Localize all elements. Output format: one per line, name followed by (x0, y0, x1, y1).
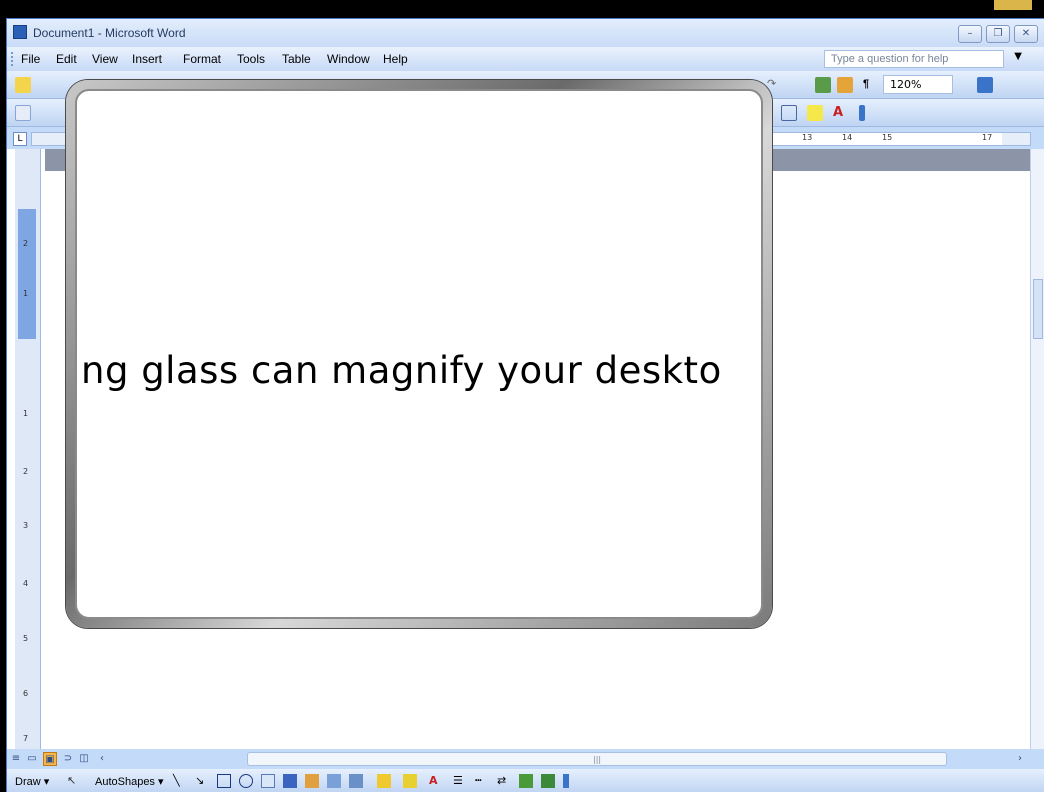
textbox-icon[interactable] (261, 774, 275, 788)
menu-file[interactable]: File (21, 52, 40, 66)
font-color-icon[interactable]: A (833, 105, 849, 121)
menu-edit[interactable]: Edit (56, 52, 77, 66)
vruler-number: 7 (23, 734, 29, 743)
vruler-number: 5 (23, 634, 29, 643)
ruler-number: 17 (982, 133, 993, 142)
menu-window[interactable]: Window (327, 52, 370, 66)
screen-corner-indicator (994, 0, 1032, 10)
close-button[interactable]: ✕ (1014, 25, 1038, 43)
drawbar-options-icon[interactable] (563, 774, 569, 788)
diagram-icon[interactable] (305, 774, 319, 788)
borders-icon[interactable] (781, 105, 797, 121)
menu-format[interactable]: Format (183, 52, 221, 66)
tab-selector[interactable]: L (13, 132, 27, 146)
vruler-number: 3 (23, 521, 29, 530)
draw-label: Draw (15, 776, 41, 788)
show-hide-icon[interactable]: ¶ (863, 78, 869, 90)
oval-icon[interactable] (239, 774, 253, 788)
normal-view-icon[interactable]: ≡ (9, 752, 23, 766)
document-map-icon[interactable] (837, 77, 853, 93)
help-dropdown-icon[interactable]: ▼ (1014, 51, 1022, 62)
word-app-icon[interactable] (13, 25, 27, 39)
wordart-icon[interactable] (283, 774, 297, 788)
help-question-input[interactable]: Type a question for help (824, 50, 1004, 68)
print-layout-icon[interactable]: ▣ (43, 752, 57, 766)
menu-insert[interactable]: Insert (132, 52, 162, 66)
arrow-style-icon[interactable]: ⇄ (497, 774, 511, 788)
scroll-left-icon[interactable]: ‹ (95, 752, 109, 766)
line-color-icon[interactable] (403, 774, 417, 788)
draw-font-color-icon[interactable]: A (429, 774, 443, 788)
scroll-grip-icon: ||| (593, 755, 602, 764)
autoshapes-menu[interactable]: AutoShapes ▾ (95, 775, 164, 788)
3d-style-icon[interactable] (541, 774, 555, 788)
shadow-style-icon[interactable] (519, 774, 533, 788)
vruler-number: 4 (23, 579, 29, 588)
screen-top-strip (0, 0, 1044, 20)
vruler-number: 2 (23, 239, 29, 248)
menu-view[interactable]: View (92, 52, 118, 66)
line-icon[interactable]: ╲ (173, 774, 187, 788)
research-icon[interactable] (815, 77, 831, 93)
drawing-toolbar: Draw ▾ ↖ AutoShapes ▾ ╲ ↘ A ☰ ┅ ⇄ (7, 769, 1044, 792)
minimize-button[interactable]: – (958, 25, 982, 43)
select-objects-icon[interactable]: ↖ (67, 774, 81, 788)
zoom-select[interactable]: 120% (883, 75, 953, 94)
draw-menu[interactable]: Draw ▾ (15, 775, 49, 788)
scroll-right-icon[interactable]: › (1013, 752, 1027, 766)
arrow-icon[interactable]: ↘ (195, 774, 209, 788)
vertical-ruler[interactable]: 2 1 1 2 3 4 5 6 7 (15, 149, 41, 749)
toolbar-options-icon[interactable] (859, 105, 865, 121)
styles-icon[interactable] (15, 105, 31, 121)
vruler-number: 2 (23, 467, 29, 476)
menu-tools[interactable]: Tools (237, 52, 265, 66)
reading-layout-icon[interactable]: ◫ (77, 752, 91, 766)
ruler-number: 15 (882, 133, 893, 142)
title-bar: Document1 - Microsoft Word – ❐ ✕ (7, 19, 1044, 47)
magnified-text: ng glass can magnify your deskto (81, 349, 722, 392)
menu-table[interactable]: Table (282, 52, 311, 66)
clipart-icon[interactable] (327, 774, 341, 788)
menu-help[interactable]: Help (383, 52, 408, 66)
comment-icon[interactable] (15, 77, 31, 93)
fill-color-icon[interactable] (377, 774, 391, 788)
menu-bar: File Edit View Insert Format Tools Table… (7, 47, 1044, 71)
vruler-number: 6 (23, 689, 29, 698)
vertical-scroll-thumb[interactable] (1033, 279, 1043, 339)
vruler-number: 1 (23, 409, 29, 418)
magnifier-lens[interactable]: ng glass can magnify your deskto (66, 80, 772, 628)
vertical-ruler-margin (18, 209, 36, 339)
vertical-scrollbar[interactable] (1030, 149, 1044, 749)
line-style-icon[interactable]: ☰ (453, 774, 467, 788)
window-title: Document1 - Microsoft Word (33, 26, 186, 40)
web-view-icon[interactable]: ▭ (25, 752, 39, 766)
rectangle-icon[interactable] (217, 774, 231, 788)
outline-view-icon[interactable]: ⊃ (61, 752, 75, 766)
magnifier-view: ng glass can magnify your deskto (75, 89, 763, 619)
vruler-number: 1 (23, 289, 29, 298)
menubar-grip[interactable] (11, 52, 14, 66)
ruler-number: 14 (842, 133, 853, 142)
highlight-icon[interactable] (807, 105, 823, 121)
read-mode-icon[interactable] (977, 77, 993, 93)
autoshapes-label: AutoShapes (95, 776, 155, 788)
picture-icon[interactable] (349, 774, 363, 788)
redo-icon[interactable]: ↷ (767, 77, 783, 93)
restore-button[interactable]: ❐ (986, 25, 1010, 43)
horizontal-scrollbar[interactable]: ||| (247, 752, 947, 766)
ruler-number: 13 (802, 133, 813, 142)
view-scroll-bar: ≡ ▭ ▣ ⊃ ◫ ‹ ||| › (7, 749, 1044, 769)
dash-style-icon[interactable]: ┅ (475, 774, 489, 788)
